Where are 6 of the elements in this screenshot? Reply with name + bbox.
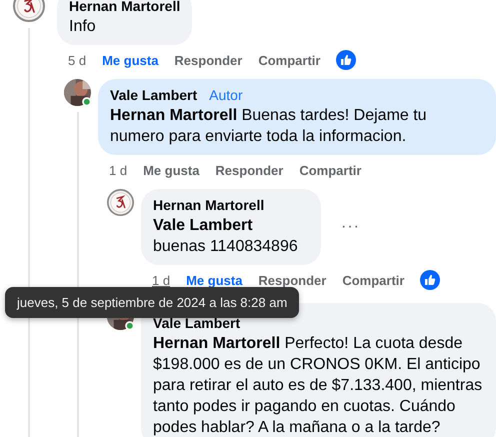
date-tooltip: jueves, 5 de septiembre de 2024 a las 8:28 am	[5, 287, 300, 318]
comment-text: Hernan Martorell Buenas tardes! Dejame tu numero para enviarte toda la informacion.	[110, 106, 428, 147]
comment-text: Info	[69, 17, 97, 37]
author-label: Autor	[209, 87, 243, 103]
comment-text: Vale Lambert buenas 1140834896	[153, 216, 299, 257]
comment-text: Hernan Martorell Perfecto! La cuota desde $198.000 es de un CRONOS 0KM. El anticipo para retirar el auto es de $7.133.400, mientras tanto podes ir pagando en cuotas. Cuándo podes hablar? A la mañana o a la tarde?	[153, 334, 484, 437]
